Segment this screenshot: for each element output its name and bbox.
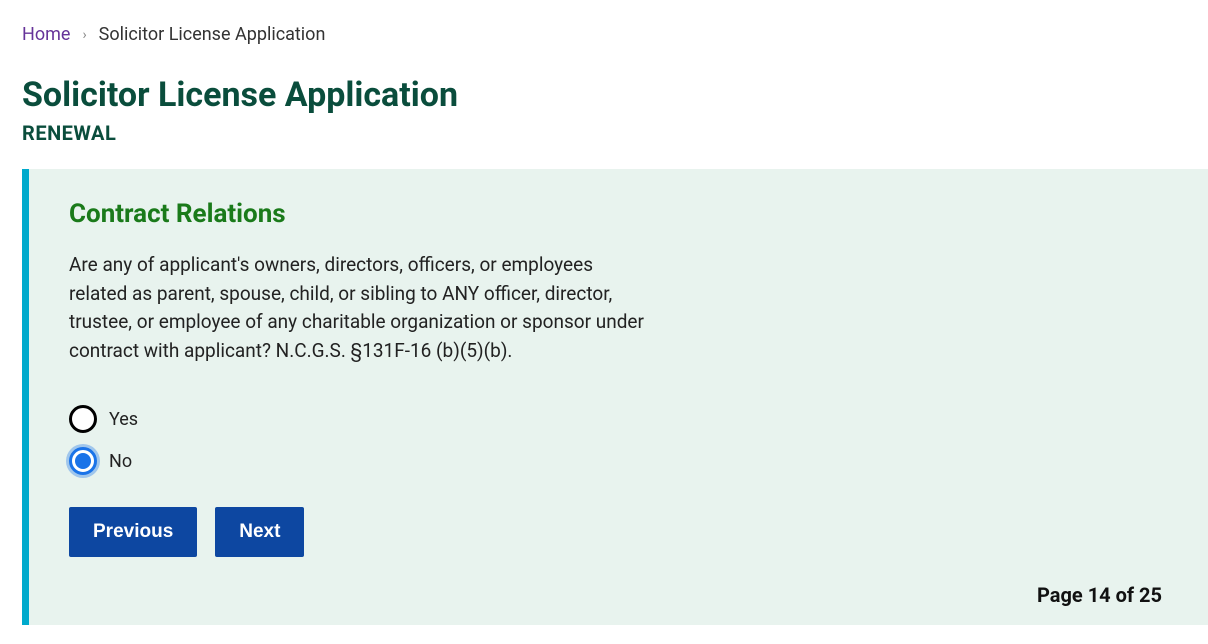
previous-button[interactable]: Previous xyxy=(69,507,197,557)
radio-option-yes[interactable]: Yes xyxy=(69,405,1162,433)
chevron-right-icon: › xyxy=(82,27,86,43)
radio-group: Yes No xyxy=(69,405,1162,475)
page-title: Solicitor License Application xyxy=(0,57,1208,121)
radio-icon xyxy=(69,405,97,433)
section-title: Contract Relations xyxy=(69,199,1162,229)
radio-label-no: No xyxy=(109,451,132,472)
form-panel: Contract Relations Are any of applicant'… xyxy=(22,169,1208,625)
breadcrumb-home-link[interactable]: Home xyxy=(22,24,70,45)
page-subtitle: RENEWAL xyxy=(0,121,1208,169)
radio-option-no[interactable]: No xyxy=(69,447,1162,475)
radio-icon xyxy=(69,447,97,475)
button-row: Previous Next xyxy=(69,507,1162,557)
radio-label-yes: Yes xyxy=(109,409,138,430)
breadcrumb: Home › Solicitor License Application xyxy=(0,0,1208,57)
breadcrumb-current: Solicitor License Application xyxy=(99,24,326,45)
question-text: Are any of applicant's owners, directors… xyxy=(69,251,649,365)
next-button[interactable]: Next xyxy=(215,507,304,557)
page-indicator: Page 14 of 25 xyxy=(1037,583,1162,607)
